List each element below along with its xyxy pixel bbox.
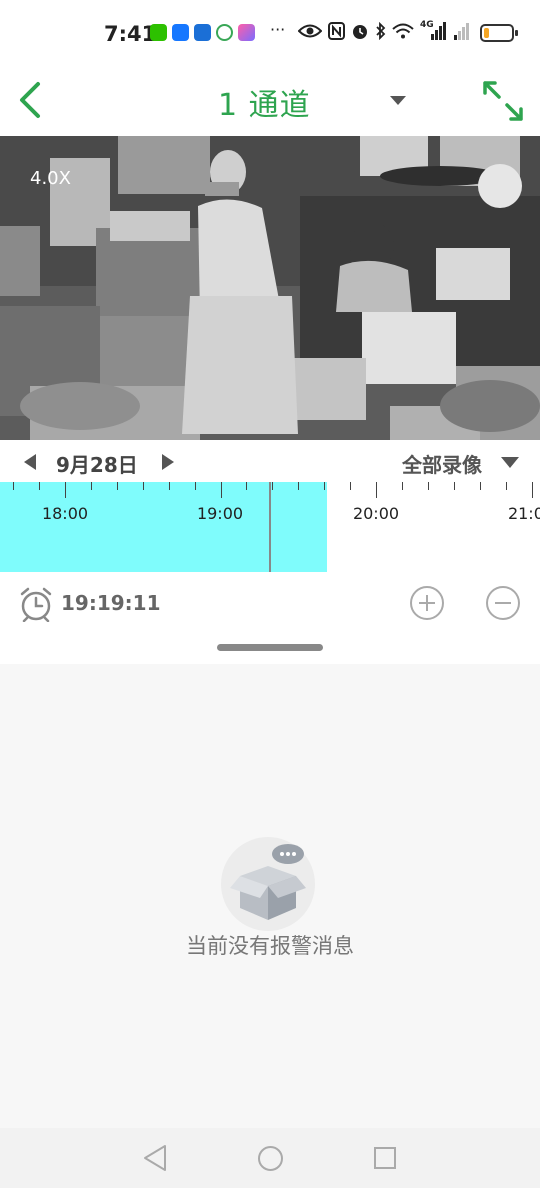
camera-feed-image: [0, 136, 540, 440]
timeline-minor-tick: [505, 482, 507, 490]
timeline-scrubber[interactable]: 18:00 19:00 20:00 21:00: [0, 482, 540, 572]
timeline-minor-tick: [13, 482, 15, 490]
fullscreen-icon[interactable]: [482, 80, 524, 122]
timeline-minor-tick: [298, 482, 300, 490]
timeline-minor-tick: [246, 482, 248, 490]
timeline-label: 20:00: [352, 504, 400, 523]
timeline-label: 21:00: [507, 504, 540, 523]
timeline-major-tick: [65, 482, 66, 498]
timeline-minor-tick: [453, 482, 455, 490]
empty-box-icon: [221, 837, 315, 931]
status-bar: 7:41 ··· 4G: [0, 0, 540, 68]
next-day-button[interactable]: [162, 454, 174, 470]
timeline-minor-tick: [479, 482, 481, 490]
back-arrow-icon[interactable]: [14, 80, 50, 120]
timeline-minor-tick: [168, 482, 170, 490]
bluetooth-icon: [376, 22, 386, 40]
date-bar: 9月28日 全部录像: [0, 440, 540, 484]
zoom-in-icon[interactable]: [409, 585, 445, 621]
channel-dropdown-icon[interactable]: [390, 96, 406, 105]
nfc-icon: [328, 22, 345, 40]
timeline-label: 19:00: [196, 504, 244, 523]
current-playback-time: 19:19:11: [61, 591, 161, 615]
recording-filter-dropdown[interactable]: 全部录像: [402, 449, 482, 478]
timeline-minor-tick: [194, 482, 196, 490]
recorded-segment: [0, 482, 327, 572]
more-notifications-icon: ···: [270, 20, 286, 39]
empty-alarm-message: 当前没有报警消息: [186, 934, 354, 958]
alarm-clock-icon: [20, 587, 52, 622]
nav-back-icon[interactable]: [143, 1144, 167, 1172]
battery-tip: [515, 30, 518, 36]
timeline-minor-tick: [272, 482, 274, 490]
network-type: 4G: [420, 20, 434, 30]
signal-icon: 4G: [420, 20, 446, 40]
zoom-level-label: 4.0X: [30, 168, 71, 189]
wechat-icon: [150, 24, 167, 41]
nav-home-icon[interactable]: [258, 1146, 283, 1171]
timeline-minor-tick: [90, 482, 92, 490]
app-green-icon: [216, 24, 233, 41]
app-pink-icon: [238, 24, 255, 41]
playhead-line[interactable]: [269, 482, 271, 572]
wifi-icon: [392, 23, 414, 39]
previous-day-button[interactable]: [24, 454, 36, 470]
date-label[interactable]: 9月28日: [56, 449, 138, 478]
timeline-minor-tick: [427, 482, 429, 490]
timeline-label: 18:00: [41, 504, 89, 523]
status-app-icons: [150, 24, 255, 41]
timeline-major-tick: [220, 482, 222, 498]
channel-title[interactable]: 1 通道: [218, 80, 311, 124]
eye-icon: [298, 24, 322, 38]
panel-drag-handle[interactable]: [217, 644, 323, 651]
battery-level: [484, 28, 489, 38]
timeline-minor-tick: [324, 482, 326, 490]
timeline-minor-tick: [39, 482, 41, 490]
timeline-minor-tick: [142, 482, 144, 490]
timeline-major-tick: [531, 482, 533, 498]
video-player[interactable]: 4.0X: [0, 136, 540, 440]
filter-dropdown-icon[interactable]: [501, 457, 519, 468]
signal-2-icon: [452, 22, 472, 40]
status-system-icons: 4G: [298, 20, 472, 40]
app-blue-icon: [172, 24, 189, 41]
timeline-minor-tick: [401, 482, 403, 490]
alarm-icon: [353, 25, 367, 39]
timeline-minor-tick: [350, 482, 352, 490]
battery-icon: [480, 24, 514, 42]
zoom-out-icon[interactable]: [485, 585, 521, 621]
status-time: 7:41: [104, 22, 157, 46]
system-nav-bar: [0, 1128, 540, 1188]
nav-recent-apps-icon[interactable]: [374, 1147, 396, 1169]
timeline-minor-tick: [116, 482, 118, 490]
alipay-icon: [194, 24, 211, 41]
timeline-major-tick: [376, 482, 377, 498]
header: 1 通道: [0, 68, 540, 136]
playback-controls: 19:19:11: [0, 572, 540, 664]
